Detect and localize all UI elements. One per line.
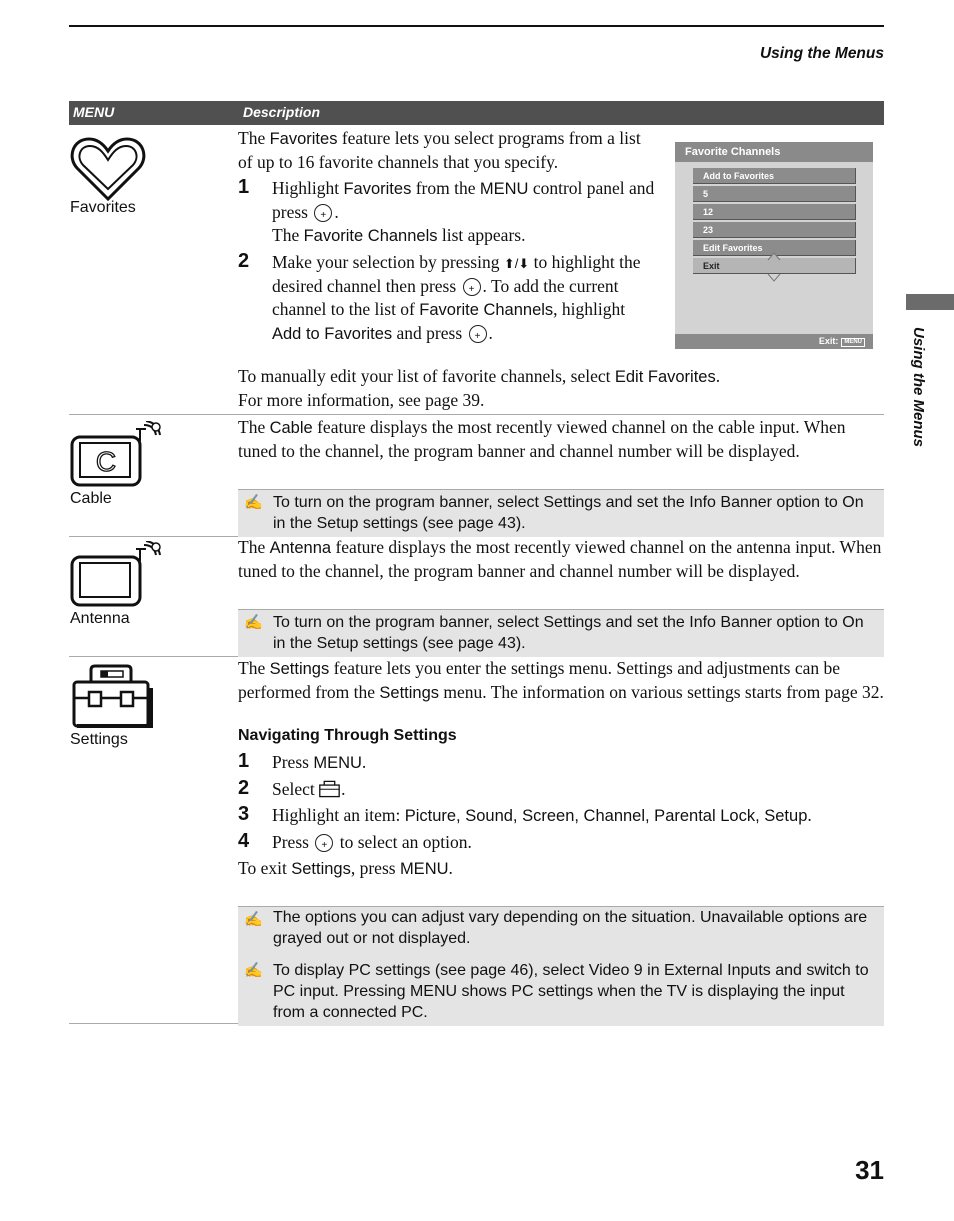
antenna-description: The Antenna feature displays the most re… — [238, 537, 882, 581]
note-pencil-icon: ✍ — [244, 494, 263, 511]
menu-key-icon: MENU — [841, 338, 865, 347]
nav-heading: Navigating Through Settings — [238, 727, 457, 744]
enter-button-icon — [314, 204, 333, 227]
antenna-note: ✍ To turn on the program banner, select S… — [238, 609, 884, 657]
exit-instruction: To exit Settings, press MENU. — [238, 858, 453, 878]
running-head: Using the Menus — [759, 45, 884, 62]
antenna-tv-icon — [70, 541, 161, 607]
side-tab-marker — [906, 294, 954, 310]
favorite-channels-screen: Favorite Channels Add to Favorites 5 12 … — [675, 142, 873, 349]
page-number: 31 — [855, 1155, 884, 1185]
toolbox-icon — [72, 664, 153, 728]
svg-text:C: C — [96, 446, 116, 477]
favorites-outro: To manually edit your list of favorite c… — [238, 366, 721, 410]
enter-button-icon — [462, 278, 481, 301]
menu-label-settings: Settings — [70, 731, 128, 748]
table-row-settings: Settings The Settings feature lets you e… — [69, 656, 884, 1026]
tv-menu-item[interactable]: Add to Favorites — [693, 168, 856, 184]
menu-label-cable: Cable — [70, 490, 112, 507]
settings-description: The Settings feature lets you enter the … — [238, 657, 884, 881]
settings-step-1: 1 Press MENU. — [238, 750, 367, 772]
settings-note: ✍ The options you can adjust vary dependi… — [238, 907, 884, 952]
note-pencil-icon: ✍ — [244, 962, 263, 979]
cable-tv-icon: C — [70, 421, 161, 487]
table-header: MENU Description — [69, 101, 884, 125]
tv-menu-item[interactable]: 5 — [693, 186, 856, 202]
col-menu: MENU — [73, 104, 115, 120]
cable-note: ✍ To turn on the program banner, select S… — [238, 489, 884, 537]
settings-step-2: 2 Select . — [238, 777, 346, 799]
side-tab-label: Using the Menus — [910, 327, 927, 448]
menu-label-favorites: Favorites — [70, 199, 136, 216]
top-rule — [69, 25, 884, 27]
up-down-arrows-icon: ⬆/⬇ — [503, 256, 530, 271]
note-pencil-icon: ✍ — [244, 614, 263, 631]
tv-menu-item[interactable]: 12 — [693, 204, 856, 220]
settings-notes: ✍ The options you can adjust vary dependi… — [238, 906, 884, 1026]
scroll-arrows-icon — [767, 252, 781, 282]
col-description: Description — [243, 104, 321, 120]
settings-note: ✍ To display PC settings (see page 46), s… — [238, 958, 884, 1026]
enter-button-icon — [315, 834, 334, 857]
step-2: 2 Make your selection by pressing ⬆/⬇ to… — [238, 250, 658, 348]
enter-button-icon — [468, 325, 487, 348]
settings-step-4: 4Press to select an option. — [238, 830, 884, 857]
step-1: 1 Highlight Favorites from the MENU cont… — [238, 176, 658, 248]
tv-menu-title: Favorite Channels — [675, 142, 873, 162]
cable-description: The Cable feature displays the most rece… — [238, 417, 846, 461]
tv-menu-item[interactable]: 23 — [693, 222, 856, 238]
table-row-cable: C Cable The Cable feature displays the m… — [69, 414, 884, 537]
menu-label-antenna: Antenna — [70, 610, 130, 627]
heart-icon — [70, 137, 146, 202]
settings-step-3: 3 Highlight an item: Picture, Sound, Scre… — [238, 803, 812, 825]
favorites-description: The Favorites feature lets you select pr… — [238, 127, 658, 348]
table-row-antenna: Antenna The Antenna feature displays the… — [69, 535, 884, 657]
note-pencil-icon: ✍ — [244, 911, 263, 928]
tv-menu-footer: Exit: MENU — [675, 334, 873, 349]
toolbox-icon — [319, 780, 340, 798]
